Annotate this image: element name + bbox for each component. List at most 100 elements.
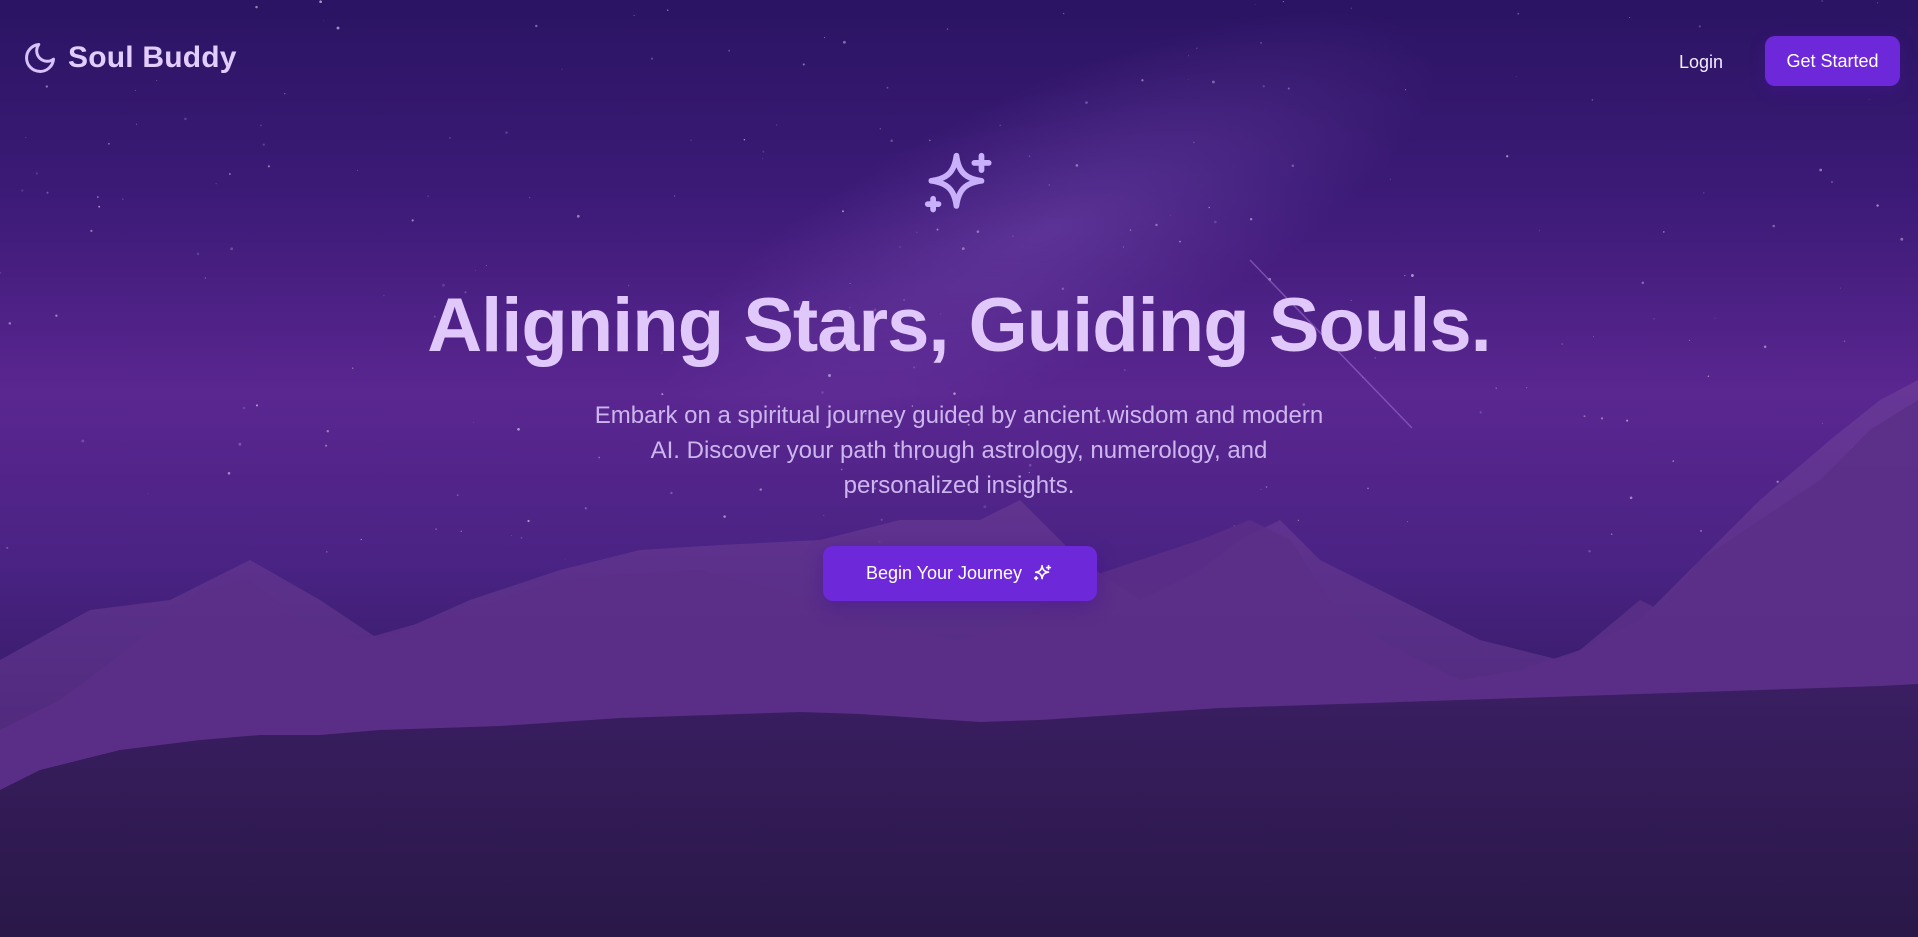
- star: [21, 189, 24, 192]
- star: [743, 139, 746, 141]
- star: [1776, 480, 1779, 484]
- star: [325, 444, 328, 447]
- star: [511, 535, 513, 537]
- star: [475, 269, 477, 271]
- star: [81, 439, 85, 443]
- begin-journey-button[interactable]: Begin Your Journey: [823, 546, 1097, 601]
- star: [230, 247, 234, 251]
- hero-title: Aligning Stars, Guiding Souls.: [427, 283, 1492, 368]
- star: [576, 214, 580, 218]
- star: [1672, 460, 1675, 462]
- star: [1583, 415, 1586, 418]
- star: [1772, 224, 1776, 228]
- brand-logo[interactable]: Soul Buddy: [22, 40, 237, 76]
- star: [983, 505, 987, 509]
- star: [1297, 519, 1299, 522]
- star: [229, 173, 231, 175]
- sparkles-icon: [924, 152, 992, 213]
- hero-subtitle-line-3: personalized insights.: [843, 472, 1075, 499]
- star: [238, 442, 242, 446]
- hero-subtitle-line-2: AI. Discover your path through astrology…: [650, 437, 1268, 464]
- star: [674, 195, 676, 197]
- star: [775, 124, 778, 126]
- star: [520, 537, 523, 539]
- star: [1610, 533, 1613, 536]
- star: [242, 406, 246, 410]
- star: [473, 421, 475, 424]
- star: [1629, 496, 1633, 500]
- star: [1506, 155, 1509, 158]
- star: [661, 393, 664, 396]
- hero-subtitle: Embark on a spiritual journey guided by …: [549, 398, 1369, 503]
- star: [517, 427, 520, 431]
- star: [262, 143, 265, 146]
- star: [823, 515, 825, 517]
- star: [1819, 168, 1823, 172]
- star: [1389, 178, 1391, 180]
- top-nav: Soul Buddy Login Get Started: [0, 0, 1918, 120]
- star: [1495, 387, 1497, 389]
- star: [325, 551, 328, 553]
- star: [411, 219, 414, 222]
- star: [1662, 231, 1665, 233]
- star: [255, 404, 259, 407]
- star: [1479, 411, 1482, 414]
- star: [564, 558, 566, 560]
- star: [196, 252, 200, 256]
- star: [1600, 417, 1604, 420]
- star: [505, 131, 508, 134]
- star: [890, 139, 893, 142]
- star: [1831, 181, 1833, 183]
- star: [879, 128, 881, 130]
- begin-journey-label: Begin Your Journey: [865, 563, 1023, 583]
- star: [122, 198, 124, 200]
- login-link[interactable]: Login: [1660, 48, 1742, 76]
- sparkles-icon: [1033, 564, 1052, 580]
- star: [1526, 387, 1528, 389]
- star: [227, 472, 231, 475]
- moon-icon: [25, 43, 55, 73]
- brand-name: Soul Buddy: [68, 41, 237, 74]
- star: [1626, 419, 1629, 422]
- star: [1700, 530, 1702, 532]
- star: [1406, 521, 1408, 523]
- star: [97, 196, 99, 198]
- star: [527, 519, 530, 523]
- star: [1900, 237, 1904, 241]
- star: [449, 137, 451, 139]
- star: [880, 518, 883, 521]
- star: [528, 196, 531, 199]
- get-started-button[interactable]: Get Started: [1765, 36, 1900, 86]
- star: [260, 124, 262, 127]
- star: [1821, 422, 1823, 424]
- star: [1703, 192, 1705, 194]
- star: [427, 195, 429, 197]
- star: [456, 494, 459, 497]
- star: [0, 271, 2, 274]
- star: [762, 158, 763, 160]
- star: [723, 515, 726, 518]
- star: [356, 169, 358, 171]
- star: [267, 165, 271, 168]
- star: [435, 528, 437, 530]
- star: [35, 172, 38, 175]
- star: [98, 205, 101, 208]
- star: [485, 265, 487, 266]
- star: [1588, 550, 1591, 553]
- star: [360, 538, 362, 541]
- star: [6, 546, 9, 549]
- star: [326, 429, 330, 433]
- star: [690, 139, 692, 141]
- star: [25, 136, 27, 138]
- star: [107, 142, 110, 145]
- star: [1876, 204, 1879, 207]
- star: [135, 123, 138, 125]
- star: [90, 229, 93, 233]
- star: [762, 150, 765, 153]
- star: [215, 183, 217, 185]
- star: [460, 530, 462, 532]
- hero-subtitle-line-1: Embark on a spiritual journey guided by …: [594, 402, 1324, 429]
- star: [46, 191, 49, 194]
- star: [147, 492, 149, 494]
- star: [1538, 230, 1540, 232]
